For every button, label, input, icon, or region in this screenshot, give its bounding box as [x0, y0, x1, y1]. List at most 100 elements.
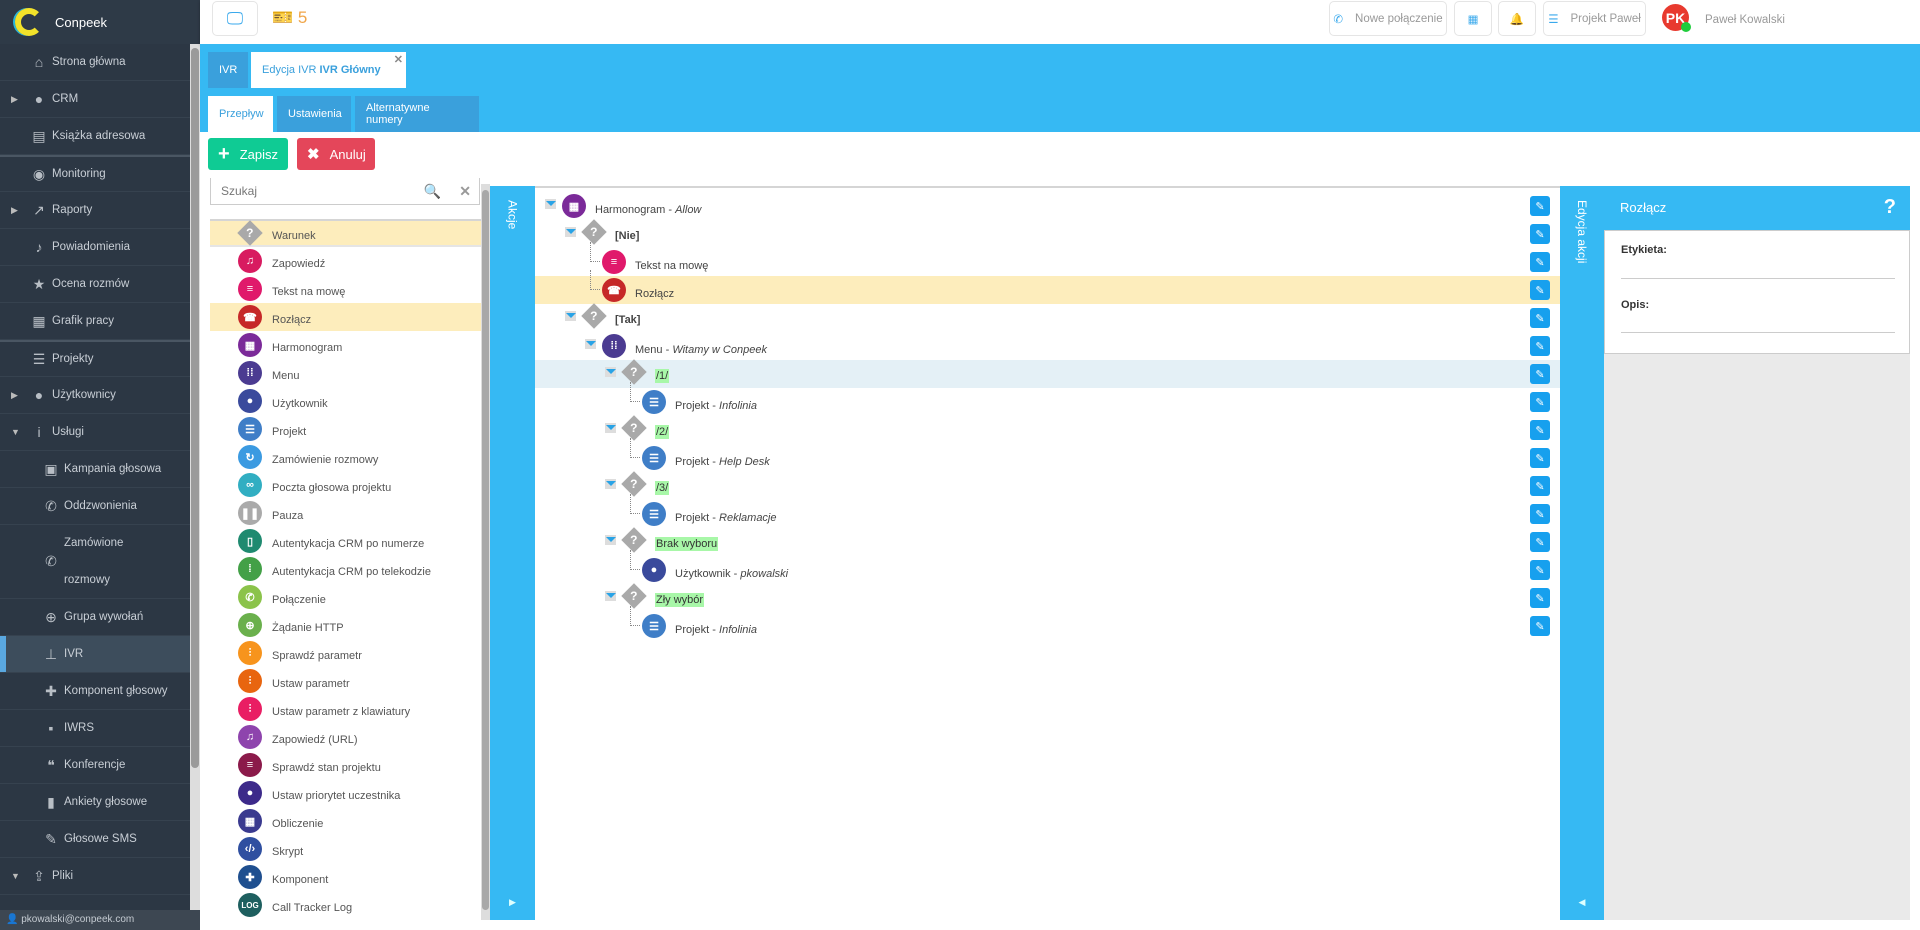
edit-node-button[interactable]: ✎ [1530, 504, 1550, 524]
collapse-toggle-icon[interactable] [605, 535, 616, 545]
app-logo[interactable]: Conpeek [0, 0, 200, 44]
sidebar-item-phone-volume[interactable]: ✆ Zamówione rozmowy [0, 525, 190, 599]
action-item[interactable]: ❚❚ Pauza [210, 499, 482, 527]
collapse-toggle-icon[interactable] [605, 423, 616, 433]
action-item[interactable]: ☎ Rozłącz [210, 303, 482, 331]
tree-node[interactable]: ☰ Projekt - Reklamacje ✎ [535, 494, 1560, 528]
sidebar-item-puzzle[interactable]: ✚ Komponent głosowy [0, 673, 190, 710]
sidebar-item-comments[interactable]: ❝ Konferencje [0, 747, 190, 784]
sidebar-item-contact[interactable]: ▣ Kampania głosowa [0, 451, 190, 488]
sidebar-item-phone[interactable]: ✆ Oddzwonienia [0, 488, 190, 525]
sidebar-item-star[interactable]: ★ Ocena rozmów [0, 266, 190, 303]
sidebar-item-bar-chart[interactable]: ▮ Ankiety głosowe [0, 784, 190, 821]
project-button[interactable]: ☰ Projekt Paweł [1543, 1, 1646, 36]
sidebar-item-tasks[interactable]: ☰ Projekty [0, 340, 190, 377]
tree-node[interactable]: ? Zły wybór ✎ [535, 583, 1560, 612]
tree-node[interactable]: ● Użytkownik - pkowalski ✎ [535, 550, 1560, 584]
search-icon[interactable]: 🔍 [424, 183, 441, 200]
sidebar-item-sitemap[interactable]: ⊥ IVR [0, 636, 190, 673]
caret-right-icon[interactable]: ▶ [509, 897, 516, 908]
collapse-toggle-icon[interactable] [565, 227, 576, 237]
edit-node-button[interactable]: ✎ [1530, 588, 1550, 608]
edit-node-button[interactable]: ✎ [1530, 364, 1550, 384]
sidebar-item-comment[interactable]: ▪ IWRS [0, 710, 190, 747]
action-item[interactable]: ↻ Zamówienie rozmowy [210, 443, 482, 471]
user-name[interactable]: Paweł Kowalski [1705, 14, 1785, 26]
tab-edit-ivr[interactable]: Edycja IVR IVR Główny ✕ [251, 52, 406, 88]
subtab-alt-numbers[interactable]: Alternatywne numery [355, 96, 479, 132]
cancel-button[interactable]: ✖ Anuluj [297, 138, 375, 170]
action-item[interactable]: ≡ Sprawdź stan projektu [210, 751, 482, 779]
sidebar-item-address-card[interactable]: ▤ Książka adresowa [0, 118, 190, 155]
edit-node-button[interactable]: ✎ [1530, 196, 1550, 216]
edit-node-button[interactable]: ✎ [1530, 616, 1550, 636]
action-item[interactable]: ‹/› Skrypt [210, 835, 482, 863]
action-item[interactable]: ⫶ Sprawdź parametr [210, 639, 482, 667]
subtab-settings[interactable]: Ustawienia [277, 96, 351, 132]
tab-ivr[interactable]: IVR [208, 52, 249, 88]
action-item[interactable]: ● Ustaw priorytet uczestnika [210, 779, 482, 807]
edit-node-button[interactable]: ✎ [1530, 308, 1550, 328]
collapse-toggle-icon[interactable] [605, 479, 616, 489]
subtab-flow[interactable]: Przepływ [208, 96, 273, 132]
chevron-right-icon[interactable]: ▶ [11, 94, 18, 105]
tree-node[interactable]: ? /2/ ✎ [535, 415, 1560, 444]
tree-node[interactable]: ? [Nie] ✎ [535, 219, 1560, 248]
tree-node[interactable]: ▦ Harmonogram - Allow ✎ [535, 192, 1560, 220]
action-item[interactable]: ∞ Poczta głosowa projektu [210, 471, 482, 499]
sidebar-item-info[interactable]: ▼ i Usługi [0, 414, 190, 451]
action-item[interactable]: ⁞ Autentykacja CRM po telekodzie [210, 555, 482, 583]
action-item[interactable]: ⫶ Ustaw parametr [210, 667, 482, 695]
action-item[interactable]: ▯ Autentykacja CRM po numerze [210, 527, 482, 555]
sidebar-item-user[interactable]: ▶ ● Użytkownicy [0, 377, 190, 414]
sidebar-item-home[interactable]: ⌂ Strona główna [0, 44, 190, 81]
actions-scrollbar[interactable] [481, 184, 490, 920]
tree-node[interactable]: ? [Tak] ✎ [535, 303, 1560, 332]
edit-node-button[interactable]: ✎ [1530, 420, 1550, 440]
notifications-button[interactable]: 🔔 [1498, 1, 1536, 36]
save-button[interactable]: + Zapisz [208, 138, 288, 170]
sidebar-scrollbar[interactable] [190, 44, 200, 930]
edit-node-button[interactable]: ✎ [1530, 336, 1550, 356]
action-item[interactable]: ⁞⁞ Menu [210, 359, 482, 387]
action-item[interactable]: ▦ Harmonogram [210, 331, 482, 359]
action-item[interactable]: ⊕ Żądanie HTTP [210, 611, 482, 639]
action-item[interactable]: ✆ Połączenie [210, 583, 482, 611]
action-item[interactable]: ⫶ Ustaw parametr z klawiatury [210, 695, 482, 723]
sidebar-item-bell[interactable]: ♪ Powiadomienia [0, 229, 190, 266]
close-tab-icon[interactable]: ✕ [394, 53, 403, 66]
action-item[interactable]: ▦ Obliczenie [210, 807, 482, 835]
action-item[interactable]: ● Użytkownik [210, 387, 482, 415]
collapse-toggle-icon[interactable] [585, 339, 596, 349]
actions-strip[interactable]: Akcje ▶ [490, 186, 535, 920]
tree-node[interactable]: ≡ Tekst na mowę ✎ [535, 242, 1560, 276]
calendar-button[interactable]: ▦ [1454, 1, 1492, 36]
caret-left-icon[interactable]: ◀ [1579, 897, 1586, 908]
action-item[interactable]: ☰ Projekt [210, 415, 482, 443]
action-item[interactable]: ♫ Zapowiedź (URL) [210, 723, 482, 751]
tree-node[interactable]: ☎ Rozłącz ✎ [535, 270, 1560, 304]
tree-node[interactable]: ? /3/ ✎ [535, 471, 1560, 500]
sidebar-item-eye[interactable]: ◉ Monitoring [0, 155, 190, 192]
edit-node-button[interactable]: ✎ [1530, 252, 1550, 272]
edit-node-button[interactable]: ✎ [1530, 280, 1550, 300]
edit-node-button[interactable]: ✎ [1530, 392, 1550, 412]
chevron-right-icon[interactable]: ▶ [11, 390, 18, 401]
collapse-toggle-icon[interactable] [565, 311, 576, 321]
tree-node[interactable]: ? /1/ ✎ [535, 359, 1560, 388]
avatar[interactable]: PK [1662, 4, 1691, 32]
collapse-toggle-icon[interactable] [605, 367, 616, 377]
search-input[interactable]: Szukaj 🔍 ✕ [210, 178, 480, 205]
chevron-right-icon[interactable]: ▶ [11, 205, 18, 216]
clear-search-icon[interactable]: ✕ [459, 183, 471, 200]
label-field-input[interactable] [1621, 278, 1895, 279]
sidebar-item-mic[interactable]: ✎ Głosowe SMS [0, 821, 190, 858]
edit-node-button[interactable]: ✎ [1530, 532, 1550, 552]
help-icon[interactable]: ? [1884, 196, 1896, 219]
collapse-toggle-icon[interactable] [545, 199, 556, 209]
edit-node-button[interactable]: ✎ [1530, 224, 1550, 244]
sidebar-item-chart-line[interactable]: ▶ ↗ Raporty [0, 192, 190, 229]
edit-node-button[interactable]: ✎ [1530, 476, 1550, 496]
action-item[interactable]: ✚ Komponent [210, 863, 482, 891]
action-item[interactable]: ? Warunek [210, 219, 482, 247]
